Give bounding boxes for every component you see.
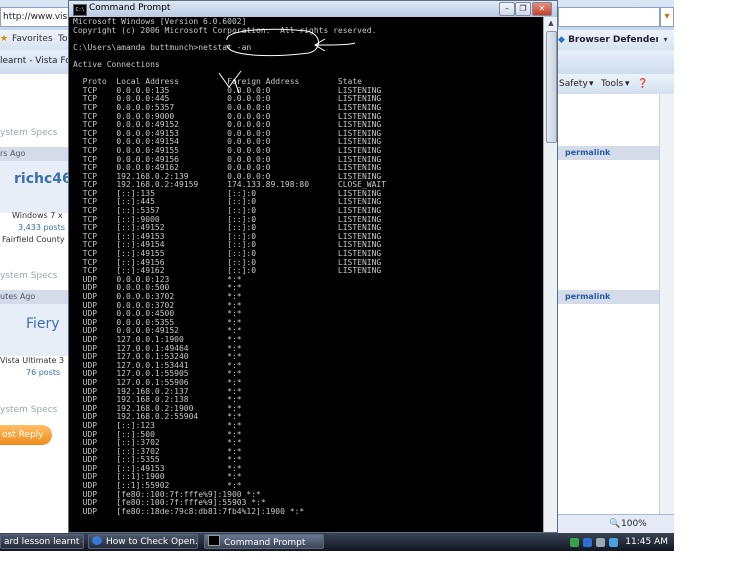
console-line: Copyright (c) 2006 Microsoft Corporation…	[73, 25, 377, 35]
browser-scrollbar[interactable]	[659, 94, 674, 514]
user-location: Fairfield County	[2, 235, 65, 244]
connection-icon[interactable]	[609, 538, 618, 547]
safety-menu[interactable]: Safety	[559, 79, 588, 89]
user-os: Vista Ultimate 3	[0, 356, 65, 365]
system-specs-link[interactable]: ystem Specs	[0, 405, 57, 415]
user-os: Windows 7 x	[12, 211, 63, 220]
close-button[interactable]: ✕	[532, 2, 552, 16]
console-line: Active Connections	[73, 59, 160, 69]
clock[interactable]: 11:45 AM	[625, 537, 668, 547]
user-post-count[interactable]: 3,433 posts	[18, 223, 65, 232]
console-line: C:\Users\amanda buttmunch>netstat -an	[73, 42, 252, 52]
browser-defender-label: Browser Defender	[568, 35, 658, 45]
permalink-link[interactable]: permalink	[557, 290, 674, 304]
taskbar-item-label: Command Prompt	[224, 538, 306, 548]
forum-right-column: permalink permalink	[557, 74, 674, 533]
scroll-up-arrow-icon[interactable]: ▲	[544, 17, 557, 29]
zoom-level[interactable]: 100%	[621, 519, 647, 529]
favorites-to-label[interactable]: To	[58, 34, 67, 44]
taskbar-item-label: How to Check Open...	[106, 537, 198, 547]
volume-icon[interactable]	[596, 538, 605, 547]
cmd-icon	[208, 535, 220, 546]
network-icon[interactable]	[570, 538, 579, 547]
cmd-icon: C:\	[73, 4, 87, 16]
post-reply-button[interactable]: ost Reply	[0, 425, 52, 445]
username[interactable]: richc46	[14, 171, 70, 187]
connection-row: UDP [fe80::18de:79c8:db81:7fb4%12]:1900 …	[73, 506, 305, 516]
taskbar-item-command-prompt[interactable]: Command Prompt	[204, 534, 324, 549]
user-post-count[interactable]: 76 posts	[26, 368, 60, 377]
safety-dropdown-icon[interactable]: ▾	[589, 79, 594, 89]
tools-menu[interactable]: Tools	[601, 79, 623, 89]
system-specs-link[interactable]: ystem Specs	[0, 271, 57, 281]
command-prompt-window[interactable]: C:\ Command Prompt – ❐ ✕ Microsoft Windo…	[68, 0, 558, 533]
shield-icon: ◆	[558, 35, 569, 45]
minimize-button[interactable]: –	[499, 2, 515, 16]
taskbar-item-forum[interactable]: ard lesson learnt - ...	[0, 534, 84, 549]
help-icon[interactable]: ❓	[637, 79, 648, 89]
zoom-icon[interactable]: 🔍	[609, 519, 620, 529]
forum-left-column: ystem Specs rs Ago richc46 Windows 7 x 3…	[0, 74, 70, 533]
ie-icon	[92, 536, 102, 545]
command-bar: Safety ▾ Tools ▾ ❓	[557, 74, 674, 94]
favorites-star-icon[interactable]: ★	[0, 34, 8, 44]
favorites-button[interactable]: Favorites	[12, 34, 53, 44]
scroll-thumb[interactable]	[546, 31, 557, 143]
system-specs-link[interactable]: ystem Specs	[0, 128, 57, 138]
taskbar: ard lesson learnt - ... How to Check Ope…	[0, 533, 674, 551]
console-scrollbar[interactable]: ▲	[543, 17, 557, 532]
security-icon[interactable]	[583, 538, 592, 547]
cmd-window-title: Command Prompt	[89, 3, 171, 13]
search-field[interactable]	[558, 7, 660, 27]
status-bar-zoom: 🔍 100%	[557, 514, 674, 533]
post-time-ago: utes Ago	[0, 290, 70, 304]
search-dropdown-icon[interactable]: ▾	[660, 7, 674, 27]
username[interactable]: Fiery	[26, 316, 60, 332]
cmd-title-bar[interactable]: C:\ Command Prompt – ❐ ✕	[69, 1, 557, 17]
post-time-ago: rs Ago	[0, 147, 70, 161]
address-field[interactable]: http://www.vista	[0, 7, 72, 27]
system-tray: 11:45 AM	[566, 534, 674, 550]
tools-dropdown-icon[interactable]: ▾	[625, 79, 630, 89]
browser-defender-dropdown-icon[interactable]: ▾	[660, 33, 671, 47]
console-output[interactable]: Microsoft Windows [Version 6.0.6002] Copy…	[73, 18, 541, 532]
taskbar-item-how-to[interactable]: How to Check Open...	[88, 534, 198, 549]
maximize-button[interactable]: ❐	[515, 2, 531, 16]
user-panel	[0, 161, 70, 213]
permalink-link[interactable]: permalink	[557, 146, 674, 160]
browser-defender-button[interactable]: ◆ Browser Defender	[558, 30, 658, 50]
taskbar-item-label: ard lesson learnt - ...	[4, 537, 83, 547]
